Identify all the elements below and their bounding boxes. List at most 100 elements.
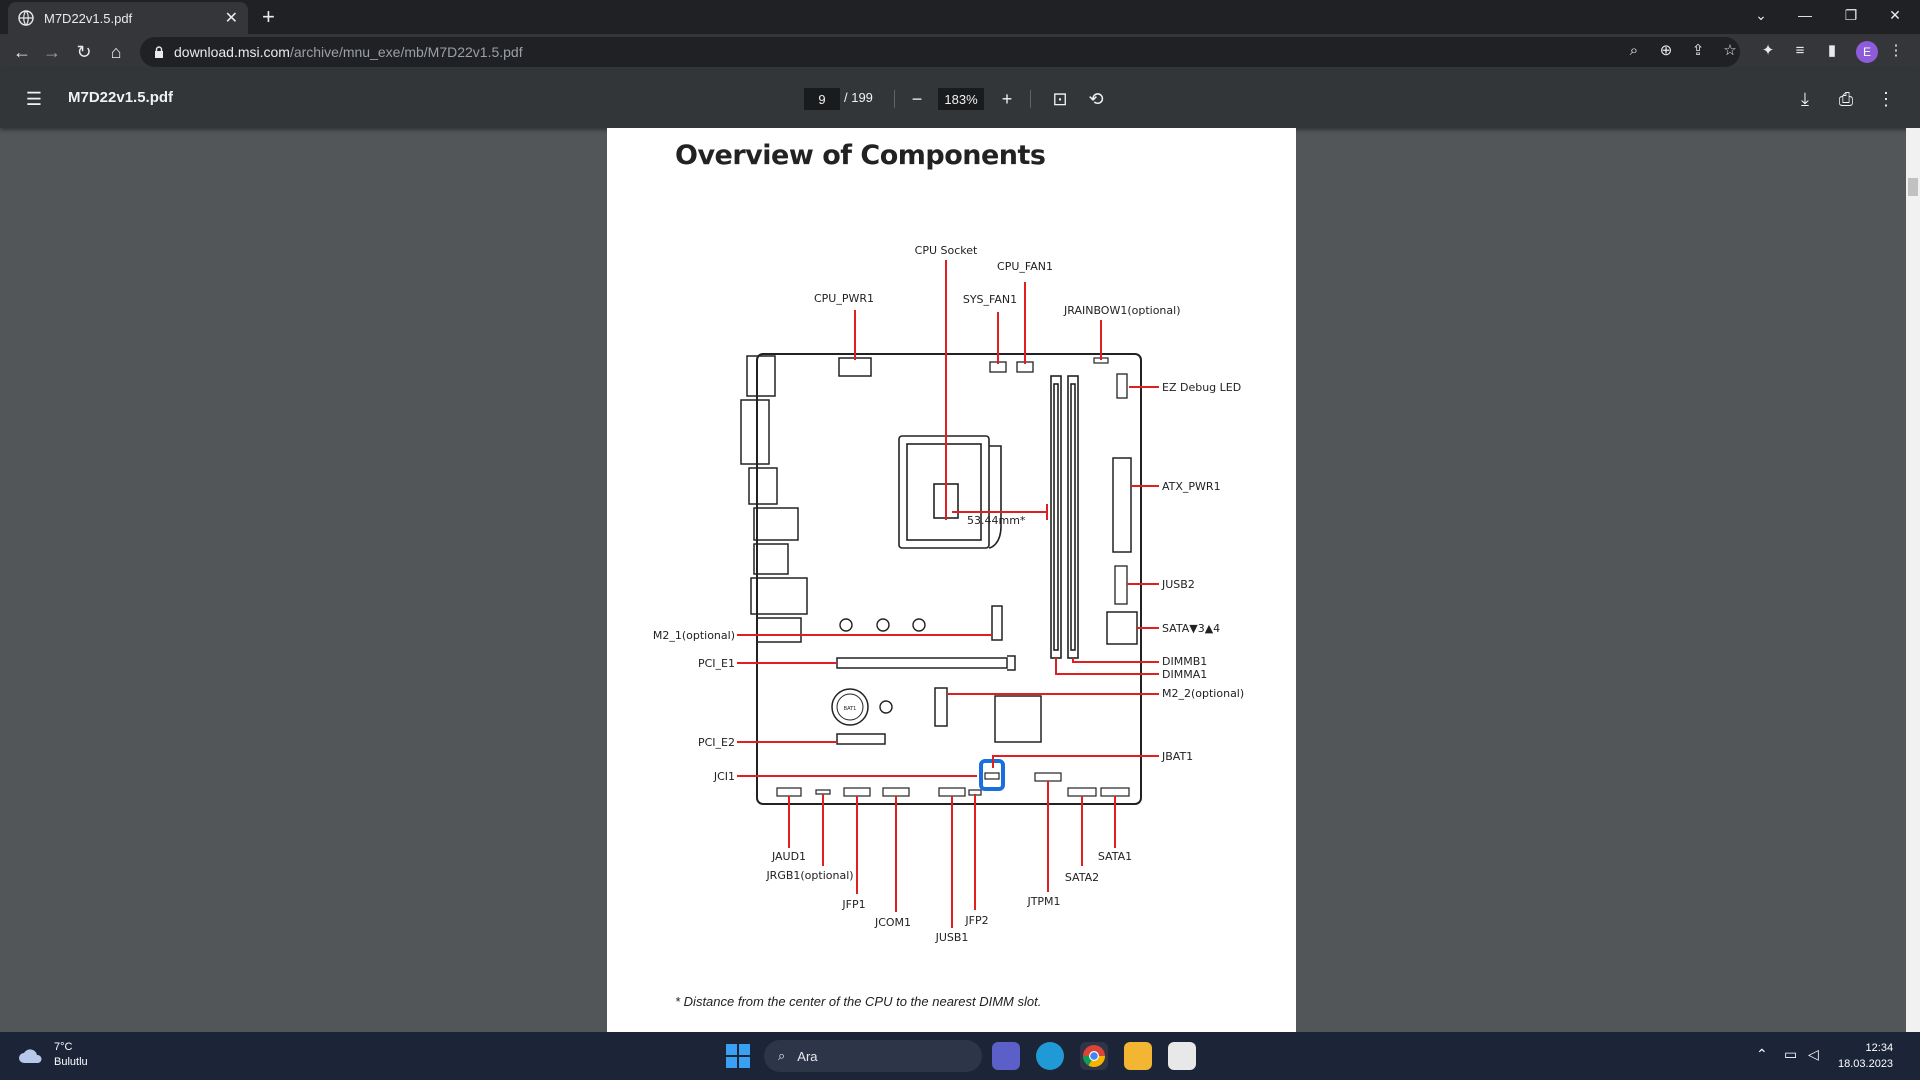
fit-page-icon[interactable]: ⊡ <box>1048 87 1072 111</box>
clock-date: 18.03.2023 <box>1838 1058 1894 1070</box>
zoom-level-input[interactable] <box>938 88 984 110</box>
label-cpu-fan1: CPU_FAN1 <box>997 260 1053 273</box>
label-atx-pwr1: ATX_PWR1 <box>1162 480 1221 493</box>
rotate-icon[interactable]: ⟲ <box>1084 87 1108 111</box>
url-host: download.msi.com <box>174 44 290 60</box>
m2-standoffs <box>839 618 926 632</box>
motherboard-diagram: BAT1 CPU Socket CPU_FAN1 CPU_PWR1 SYS_FA… <box>653 244 1244 944</box>
m2-2-slot <box>934 687 948 727</box>
scrollbar-thumb[interactable] <box>1908 178 1918 196</box>
profile-avatar[interactable]: E <box>1856 41 1878 63</box>
restore-button[interactable]: ❐ <box>1828 0 1874 30</box>
tab-title: M7D22v1.5.pdf <box>44 10 133 26</box>
divider <box>1030 90 1031 108</box>
back-button[interactable]: ← <box>10 40 34 64</box>
search-placeholder: Ara <box>797 1048 818 1064</box>
cpu-pwr-connector <box>838 357 872 377</box>
label-jfp2: JFP2 <box>964 914 988 927</box>
menu-kebab-icon[interactable]: ⋮ <box>1886 40 1906 60</box>
label-sata34: SATA▼3▲4 <box>1162 622 1220 635</box>
dimm-slots <box>1050 375 1079 659</box>
sata34-connector <box>1106 611 1138 645</box>
forward-button[interactable]: → <box>40 40 64 64</box>
label-pci-e2: PCI_E2 <box>698 736 735 749</box>
label-dimma1: DIMMA1 <box>1162 668 1207 681</box>
rear-io <box>740 355 808 643</box>
page-count: / 199 <box>844 90 873 105</box>
clock[interactable]: 12:34 18.03.2023 <box>1838 1040 1893 1072</box>
browser-toolbar: ← → ↻ ⌂ download.msi.com/archive/mnu_exe… <box>0 34 1920 70</box>
label-pci-e1: PCI_E1 <box>698 657 735 670</box>
label-jci1: JCI1 <box>713 770 735 783</box>
atx-pwr-connector <box>1112 457 1132 553</box>
store-icon[interactable] <box>1168 1042 1196 1070</box>
address-bar[interactable]: download.msi.com/archive/mnu_exe/mb/M7D2… <box>140 37 1740 67</box>
minimize-button[interactable]: — <box>1782 0 1828 30</box>
label-sata2: SATA2 <box>1065 871 1099 884</box>
browser-tab[interactable]: M7D22v1.5.pdf ✕ <box>8 2 248 34</box>
label-jaud1: JAUD1 <box>771 850 806 863</box>
search-icon: ⌕ <box>778 1048 786 1063</box>
weather-temp: 7°C <box>54 1041 73 1053</box>
teams-icon[interactable] <box>992 1042 1020 1070</box>
windows-start-icon[interactable] <box>726 1044 750 1068</box>
label-jusb2: JUSB2 <box>1161 578 1195 591</box>
new-tab-button[interactable]: + <box>262 6 275 28</box>
weather-widget[interactable]: 7°C Bulutlu <box>18 1040 88 1070</box>
print-icon[interactable]: ⎙ <box>1834 87 1858 111</box>
pdf-scrollbar[interactable] <box>1906 128 1920 1032</box>
label-sata1: SATA1 <box>1098 850 1132 863</box>
file-explorer-icon[interactable] <box>1124 1042 1152 1070</box>
close-window-button[interactable]: ✕ <box>1872 0 1918 30</box>
page-footnote: * Distance from the center of the CPU to… <box>675 994 1042 1009</box>
reading-list-icon[interactable]: ≡ <box>1790 40 1810 60</box>
zoom-in-icon[interactable]: + <box>995 87 1019 111</box>
bat1-label: BAT1 <box>844 706 857 712</box>
label-jcom1: JCOM1 <box>874 916 911 929</box>
ez-debug-led <box>1116 373 1128 399</box>
label-jrgb1: JRGB1(optional) <box>765 869 853 882</box>
label-jtpm1: JTPM1 <box>1026 895 1060 908</box>
search-icon[interactable]: ⌕ <box>1624 40 1644 60</box>
close-tab-icon[interactable]: ✕ <box>225 8 238 28</box>
pci-e1-slot <box>836 657 1008 669</box>
share-icon[interactable]: ⇪ <box>1688 40 1708 60</box>
pdf-toolbar: ☰ M7D22v1.5.pdf / 199 − + ⊡ ⟲ ⤓ ⎙ ⋮ <box>0 70 1920 128</box>
clock-time: 12:34 <box>1865 1042 1894 1054</box>
edge-icon[interactable] <box>1036 1042 1064 1070</box>
network-icon[interactable]: ▭ <box>1784 1046 1797 1063</box>
volume-icon[interactable]: ◁ <box>1808 1046 1819 1063</box>
label-ez-debug: EZ Debug LED <box>1162 381 1241 394</box>
cloud-icon <box>19 1049 42 1063</box>
more-actions-icon[interactable]: ⋮ <box>1874 87 1898 111</box>
label-jusb1: JUSB1 <box>935 931 969 944</box>
chevron-up-icon[interactable]: ⌃ <box>1756 1046 1768 1063</box>
home-button[interactable]: ⌂ <box>104 40 128 64</box>
leader-lines <box>737 260 1159 928</box>
cpu-socket <box>898 435 1002 549</box>
label-jbat1: JBAT1 <box>1161 750 1193 763</box>
label-sys-fan1: SYS_FAN1 <box>963 293 1017 306</box>
download-icon[interactable]: ⤓ <box>1793 87 1817 111</box>
side-panel-icon[interactable]: ▮ <box>1822 40 1842 60</box>
lock-icon <box>155 46 163 58</box>
extensions-icon[interactable]: ✦ <box>1758 40 1778 60</box>
bookmark-star-icon[interactable]: ☆ <box>1720 40 1740 60</box>
pci-e2-slot <box>836 733 886 745</box>
board-outline <box>756 353 1142 805</box>
tab-strip: M7D22v1.5.pdf ✕ + ⌄ — ❐ ✕ <box>0 0 1920 34</box>
tab-search-icon[interactable]: ⌄ <box>1738 0 1784 30</box>
hamburger-menu-icon[interactable]: ☰ <box>22 87 46 111</box>
globe-icon <box>18 10 34 26</box>
reload-button[interactable]: ↻ <box>72 40 96 64</box>
zoom-out-icon[interactable]: − <box>905 87 929 111</box>
taskbar-search[interactable]: ⌕ Ara <box>764 1040 982 1072</box>
pdf-filename: M7D22v1.5.pdf <box>68 89 174 106</box>
label-jrainbow1: JRAINBOW1(optional) <box>1063 304 1181 317</box>
page-number-input[interactable] <box>804 88 840 110</box>
taskbar: 7°C Bulutlu ⌕ Ara ⌃ ▭ ◁ 12:34 18.03.2023 <box>0 1032 1920 1080</box>
label-m2-1: M2_1(optional) <box>653 629 735 642</box>
chrome-icon[interactable] <box>1080 1042 1108 1070</box>
pdf-page: Overview of Components BAT1 CPU Socket C… <box>607 128 1296 1032</box>
zoom-icon[interactable]: ⊕ <box>1656 40 1676 60</box>
